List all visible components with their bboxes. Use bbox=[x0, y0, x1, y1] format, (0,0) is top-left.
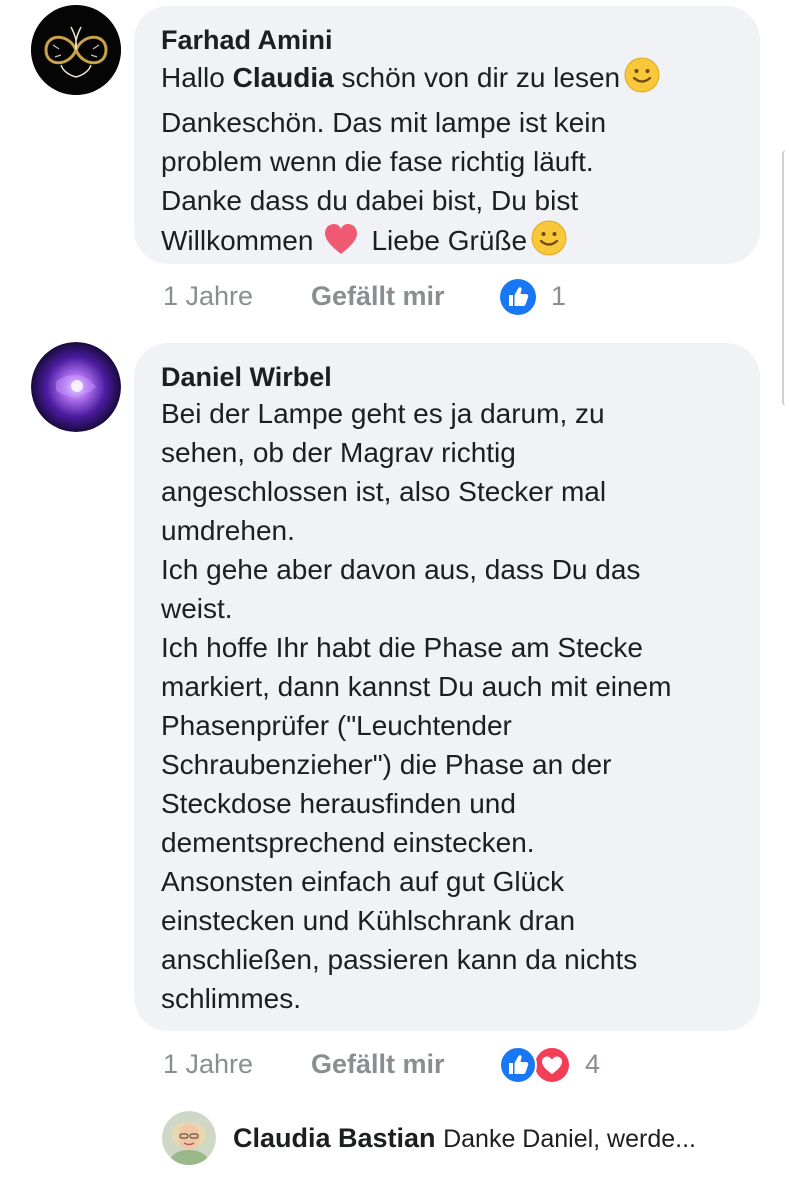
comment-line: Hallo Claudia schön von dir zu lesen bbox=[161, 57, 660, 103]
comment-text: Hallo bbox=[161, 62, 233, 93]
comment-line: Willkommen Liebe Grüße bbox=[161, 220, 660, 266]
comment-author[interactable]: Farhad Amini bbox=[161, 24, 333, 56]
comment-time[interactable]: 1 Jahre bbox=[163, 1048, 253, 1080]
comment-text: Liebe Grüße bbox=[371, 225, 528, 256]
like-button[interactable]: Gefällt mir bbox=[311, 1048, 445, 1080]
comment-line: Ansonsten einfach auf gut Glück bbox=[161, 866, 565, 897]
reply-text: Danke Daniel, werde... bbox=[443, 1125, 696, 1153]
comment-line: markiert, dann kannst Du auch mit einem bbox=[161, 671, 672, 702]
comment-line: Dankeschön. Das mit lampe ist kein bbox=[161, 107, 607, 138]
comment-line: weist. bbox=[161, 593, 233, 624]
user-photo-icon bbox=[162, 1111, 216, 1165]
comment-line: angeschlossen ist, also Stecker mal bbox=[161, 476, 607, 507]
comment-text: Willkommen bbox=[161, 225, 314, 256]
love-reaction-icon[interactable] bbox=[533, 1046, 571, 1089]
comment-body: Bei der Lampe geht es ja darum, zu sehen… bbox=[161, 394, 671, 1018]
comment-line: Ich hoffe Ihr habt die Phase am Stecke bbox=[161, 632, 644, 663]
infinity-logo-icon bbox=[31, 5, 121, 95]
comment-line: umdrehen. bbox=[161, 515, 295, 546]
smile-emoji-icon bbox=[624, 57, 660, 103]
avatar-farhad-amini[interactable] bbox=[31, 5, 121, 95]
comment-author[interactable]: Daniel Wirbel bbox=[161, 361, 332, 393]
comment-line: Schraubenzieher") die Phase an der bbox=[161, 749, 612, 780]
heart-emoji-icon bbox=[323, 222, 359, 266]
comment-line: Ich gehe aber davon aus, dass Du das bbox=[161, 554, 641, 585]
reaction-count[interactable]: 4 bbox=[585, 1048, 600, 1080]
comment-line: einstecken und Kühlschrank dran bbox=[161, 905, 576, 936]
comment-line: problem wenn die fase richtig läuft. bbox=[161, 146, 594, 177]
comment-line: anschließen, passieren kann da nichts bbox=[161, 944, 638, 975]
comment-line: Danke dass du dabei bist, Du bist bbox=[161, 185, 579, 216]
reply-preview[interactable]: Claudia Bastian Danke Daniel, werde... bbox=[233, 1122, 696, 1155]
smile-emoji-icon bbox=[531, 220, 567, 266]
comment-time[interactable]: 1 Jahre bbox=[163, 280, 253, 312]
avatar-daniel-wirbel[interactable] bbox=[31, 342, 121, 432]
comment-body: Hallo Claudia schön von dir zu lesen Dan… bbox=[161, 57, 660, 266]
comment-thread: Farhad Amini Hallo Claudia schön von dir… bbox=[0, 0, 789, 1200]
comment-line: Phasenprüfer ("Leuchtender bbox=[161, 710, 512, 741]
like-reaction-icon[interactable] bbox=[499, 1046, 537, 1089]
comment-line: dementsprechend einstecken. bbox=[161, 827, 535, 858]
like-button[interactable]: Gefällt mir bbox=[311, 280, 445, 312]
comment-text: schön von dir zu lesen bbox=[333, 62, 621, 93]
like-reaction-icon[interactable] bbox=[499, 278, 537, 321]
comment-line: sehen, ob der Magrav richtig bbox=[161, 437, 516, 468]
comment-line: Steckdose herausfinden und bbox=[161, 788, 516, 819]
comment-line: schlimmes. bbox=[161, 983, 302, 1014]
nebula-image-icon bbox=[31, 342, 121, 432]
reaction-count[interactable]: 1 bbox=[551, 280, 566, 312]
scrollbar[interactable] bbox=[782, 150, 789, 406]
comment-line: Bei der Lampe geht es ja darum, zu bbox=[161, 398, 605, 429]
avatar-claudia-bastian[interactable] bbox=[162, 1111, 216, 1165]
mention-claudia[interactable]: Claudia bbox=[233, 62, 334, 93]
reply-author[interactable]: Claudia Bastian bbox=[233, 1123, 436, 1153]
